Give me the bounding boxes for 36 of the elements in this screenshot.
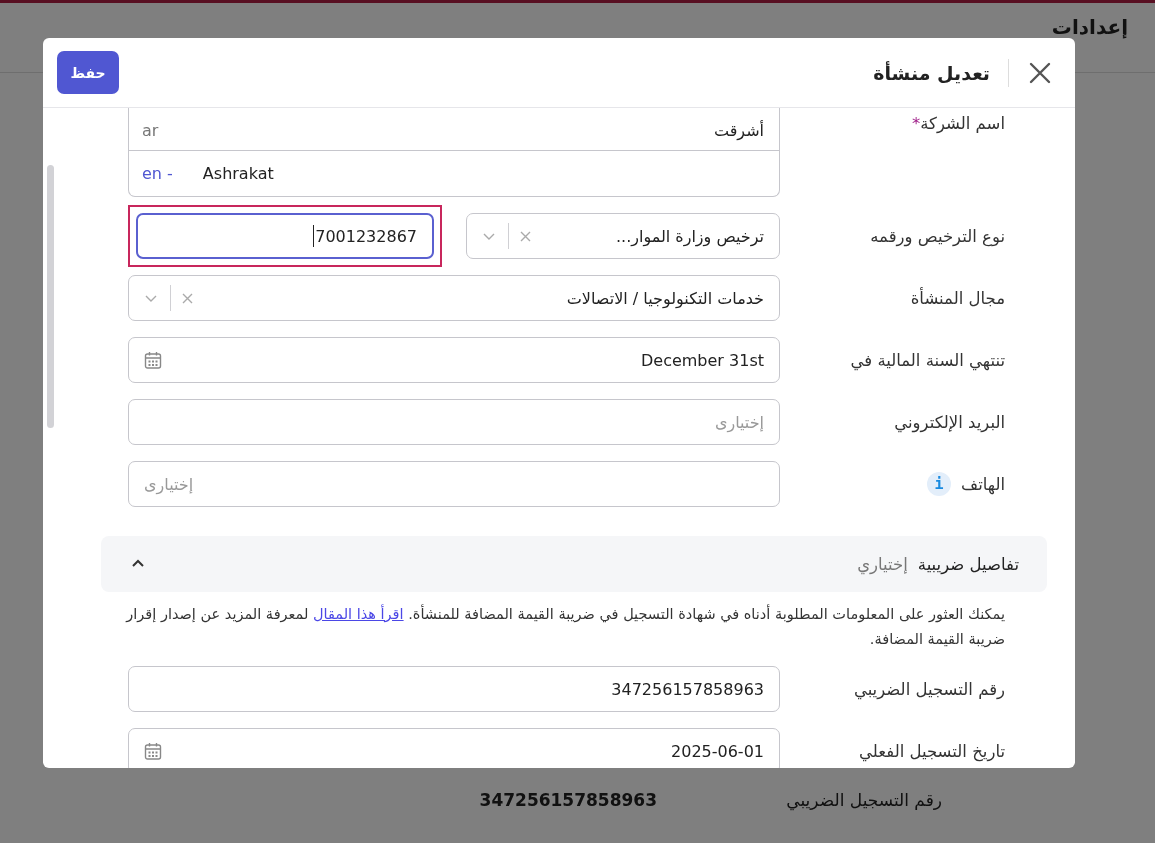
field-label: البريد الإلكتروني (894, 412, 1005, 432)
article-link[interactable]: اقرأ هذا المقال (312, 606, 404, 622)
close-icon (1029, 61, 1051, 84)
field-label: نوع الترخيص ورقمه (870, 226, 1005, 246)
language-tag: ar (142, 120, 159, 140)
field-label: الهاتف (961, 474, 1005, 494)
scrollbar-thumb[interactable] (47, 165, 54, 428)
dialog-title: تعديل منشأة (873, 61, 990, 84)
date-field[interactable]: 2025-06-01 (128, 728, 780, 768)
field-label: اسم الشركة* (911, 114, 1005, 133)
field-label: مجال المنشأة (910, 288, 1005, 308)
section-title: تفاصيل ضريبية (917, 554, 1019, 574)
field-label: تاريخ التسجيل الفعلي (859, 741, 1005, 761)
language-tag: en - (142, 164, 173, 183)
input-field[interactable]: 7001232867 (136, 213, 434, 259)
input-value[interactable]: Ashrakat (202, 164, 274, 183)
date-field[interactable]: December 31st (128, 337, 780, 383)
detail-label: رقم التسجيل الضريبي (785, 790, 942, 810)
calendar-icon (144, 742, 162, 760)
description-text: يمكنك العثور على المعلومات المطلوبة أدناه في شهادة التسجيل في ضريبة القيمة المضافة للمنشأة. اقرأ هذا المقال لمعرفة المزيد عن إصدار إقرار ضريبة القيمة المضافة. (124, 603, 1005, 650)
page-title: إعدادات (1051, 14, 1128, 39)
select-value: خدمات التكنولوجيا / الاتصالات (566, 288, 764, 308)
input-field[interactable]: 347256157858963 (128, 666, 780, 712)
field-label: تنتهي السنة المالية في (850, 350, 1005, 370)
select-field[interactable]: ترخيص وزارة الموار... (466, 213, 780, 259)
select-field[interactable]: خدمات التكنولوجيا / الاتصالات (128, 275, 780, 321)
calendar-icon (144, 351, 162, 369)
section-hint: إختياري (857, 554, 908, 574)
clear-icon (181, 291, 194, 305)
field-label: رقم التسجيل الضريبي (853, 679, 1005, 699)
detail-value: 347256157858963 (479, 790, 657, 810)
select-value: ترخيص وزارة الموار... (615, 226, 764, 246)
clear-icon (519, 229, 532, 243)
input-value[interactable]: أشرقت (713, 120, 764, 140)
save-button[interactable]: حفظ (57, 51, 119, 94)
section-header[interactable]: تفاصيل ضريبية إختياري (101, 536, 1047, 592)
